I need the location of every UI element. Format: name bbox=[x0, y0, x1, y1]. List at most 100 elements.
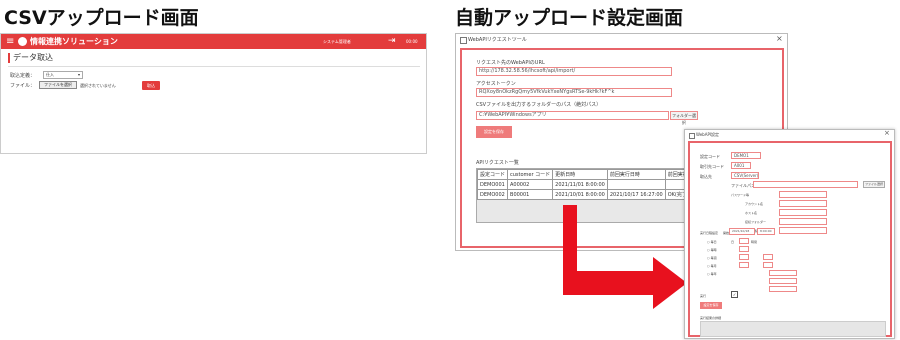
title-marker bbox=[8, 53, 10, 63]
radio-label: 毎月 bbox=[710, 264, 717, 268]
execution-log-area bbox=[700, 321, 886, 337]
url-label: リクエスト先のWebAPIのURL bbox=[476, 60, 545, 66]
customer-code-input[interactable]: A001 bbox=[731, 162, 751, 169]
app-header: ≡ 情報連携ソリューション システム管理者 ⇥ 00:00 bbox=[1, 34, 426, 49]
system-admin-link[interactable]: システム管理者 bbox=[323, 38, 351, 45]
close-icon[interactable]: × bbox=[776, 34, 783, 43]
start-time-input[interactable]: 8:00:00 bbox=[757, 228, 775, 235]
radio-label: 毎年 bbox=[710, 272, 717, 276]
logout-icon[interactable]: ⇥ bbox=[388, 35, 396, 47]
webapi-settings-window: WebAPI設定 × 設定コード DEMO1 取引先コード A001 取込先 C… bbox=[684, 129, 895, 339]
request-table: 設定コード customer コード 更新日時 前回実行日時 前回実行結果 DE… bbox=[476, 169, 701, 200]
detail-input-2[interactable] bbox=[779, 200, 827, 207]
interval-input-2[interactable] bbox=[739, 254, 749, 260]
file-path-label: ファイルパス bbox=[731, 183, 755, 188]
menu-icon[interactable]: ≡ bbox=[6, 35, 14, 48]
col-header: 前回実行日時 bbox=[606, 169, 666, 180]
import-type-label: 取込定義： bbox=[10, 73, 36, 79]
detail-label-4: 接続フォルダー bbox=[745, 220, 767, 224]
save-settings-button[interactable]: 設定を保存 bbox=[476, 126, 512, 138]
user-id: 00:00 bbox=[406, 39, 418, 44]
settings-close-icon[interactable]: × bbox=[884, 129, 890, 137]
import-type-select[interactable]: 仕入 ▾ bbox=[43, 71, 83, 79]
detail-label-2: アカウント名 bbox=[745, 202, 764, 206]
token-label: アクセストークン bbox=[476, 81, 516, 87]
detail-label-1: パスワード等 bbox=[731, 193, 750, 197]
table-header-row: 設定コード customer コード 更新日時 前回実行日時 前回実行結果 bbox=[476, 169, 701, 180]
radio-option-3[interactable]: ○ 毎週 bbox=[707, 255, 717, 261]
col-header: 設定コード bbox=[476, 169, 509, 180]
start-date-input[interactable]: 2021/10/18 bbox=[729, 228, 755, 235]
detail-label-3: ホスト名 bbox=[745, 211, 758, 215]
folder-select-button[interactable]: フォルダー選択 bbox=[670, 111, 698, 125]
detail-input-4[interactable] bbox=[779, 218, 827, 225]
choose-file-button[interactable]: ファイルを選択 bbox=[39, 81, 77, 89]
detail-input-3[interactable] bbox=[779, 209, 827, 216]
table-cell: A00002 bbox=[507, 179, 554, 190]
settings-save-button[interactable]: 設定を保存 bbox=[700, 302, 722, 309]
table-cell: B00001 bbox=[507, 189, 554, 200]
app-title: 情報連携ソリューション bbox=[30, 37, 118, 46]
folder-label: CSVファイルを出力するフォルダーのパス（絶対パス） bbox=[476, 102, 602, 108]
execute-checkbox[interactable]: ✓ bbox=[731, 291, 738, 298]
import-button[interactable]: 取込 bbox=[142, 81, 160, 90]
token-input[interactable]: RQXoy8nOkzRgQmy5VfkVukYxeNYgsRTSe-9kHk?k… bbox=[476, 88, 672, 97]
interval-input-4[interactable] bbox=[763, 254, 773, 260]
settings-window-title: WebAPI設定 bbox=[696, 132, 720, 137]
table-cell: DEMO001 bbox=[476, 179, 509, 190]
kind-label: 取込先 bbox=[700, 174, 712, 179]
request-list-label: APIリクエスト一覧 bbox=[476, 160, 519, 166]
customer-code-label: 取引先コード bbox=[700, 164, 724, 169]
interval-input-7[interactable] bbox=[769, 278, 797, 284]
radio-label: 毎日 bbox=[710, 240, 717, 244]
interval-input-1[interactable] bbox=[739, 246, 749, 252]
radio-option-4[interactable]: ○ 毎月 bbox=[707, 263, 717, 269]
window-app-icon bbox=[460, 37, 467, 44]
code-label: 設定コード bbox=[700, 154, 720, 159]
file-status: 選択されていません bbox=[80, 83, 116, 88]
radio-option-2[interactable]: ○ 毎時 bbox=[707, 247, 717, 253]
divider bbox=[8, 66, 420, 67]
page-title: データ取込 bbox=[13, 53, 53, 62]
table-cell bbox=[606, 179, 666, 190]
chevron-down-icon: ▾ bbox=[77, 72, 80, 77]
table-cell: 2021/10/17 16:27:00 bbox=[606, 189, 666, 200]
schedule-label: 実行日程設定 bbox=[700, 231, 719, 235]
webapi-window-title: WebAPIリクエストツール bbox=[468, 37, 527, 43]
csv-upload-screen: ≡ 情報連携ソリューション システム管理者 ⇥ 00:00 データ取込 取込定義… bbox=[0, 33, 427, 154]
radio-option-1[interactable]: ○ 毎日 bbox=[707, 239, 717, 245]
csv-upload-heading: CSVアップロード画面 bbox=[4, 7, 199, 29]
import-type-value: 仕入 bbox=[46, 72, 54, 77]
table-cell: 2021/10/01 8:00:00 bbox=[552, 189, 608, 200]
interval-input-8[interactable] bbox=[769, 286, 797, 292]
interval-input-6[interactable] bbox=[769, 270, 797, 276]
kind-select[interactable]: CSV(Server) bbox=[731, 172, 759, 179]
day-label: 日 bbox=[731, 240, 735, 244]
interval-input-3[interactable] bbox=[739, 262, 749, 268]
hour-label: 時間 bbox=[751, 240, 758, 244]
radio-label: 毎時 bbox=[710, 248, 717, 252]
col-header: customer コード bbox=[507, 169, 554, 180]
table-cell: DEMO002 bbox=[476, 189, 509, 200]
folder-input[interactable]: C:¥WebAPI¥Windowsアプリ bbox=[476, 111, 669, 120]
file-path-input[interactable] bbox=[753, 181, 858, 188]
app-logo-icon bbox=[18, 37, 27, 46]
red-arrow-icon bbox=[563, 205, 687, 309]
file-label: ファイル： bbox=[10, 83, 36, 89]
table-row[interactable]: DEMO002 B00001 2021/10/01 8:00:00 2021/1… bbox=[476, 189, 701, 200]
execute-label: 実行 bbox=[700, 294, 707, 298]
interval-input-5[interactable] bbox=[763, 262, 773, 268]
detail-input-5[interactable] bbox=[779, 227, 827, 234]
table-row[interactable]: DEMO001 A00002 2021/11/01 8:00:00 bbox=[476, 179, 701, 190]
auto-upload-heading: 自動アップロード設定画面 bbox=[455, 7, 684, 29]
settings-window-icon bbox=[689, 133, 695, 139]
code-input[interactable]: DEMO1 bbox=[731, 152, 761, 159]
radio-label: 毎週 bbox=[710, 256, 717, 260]
day-input[interactable] bbox=[739, 238, 749, 244]
radio-option-5[interactable]: ○ 毎年 bbox=[707, 271, 717, 277]
url-input[interactable]: http://178.32.58.56/lhcsoft/api/import/ bbox=[476, 67, 672, 76]
table-cell: 2021/11/01 8:00:00 bbox=[552, 179, 608, 190]
detail-input-1[interactable] bbox=[779, 191, 827, 198]
col-header: 更新日時 bbox=[552, 169, 608, 180]
file-select-button[interactable]: ファイル選択 bbox=[863, 181, 885, 188]
